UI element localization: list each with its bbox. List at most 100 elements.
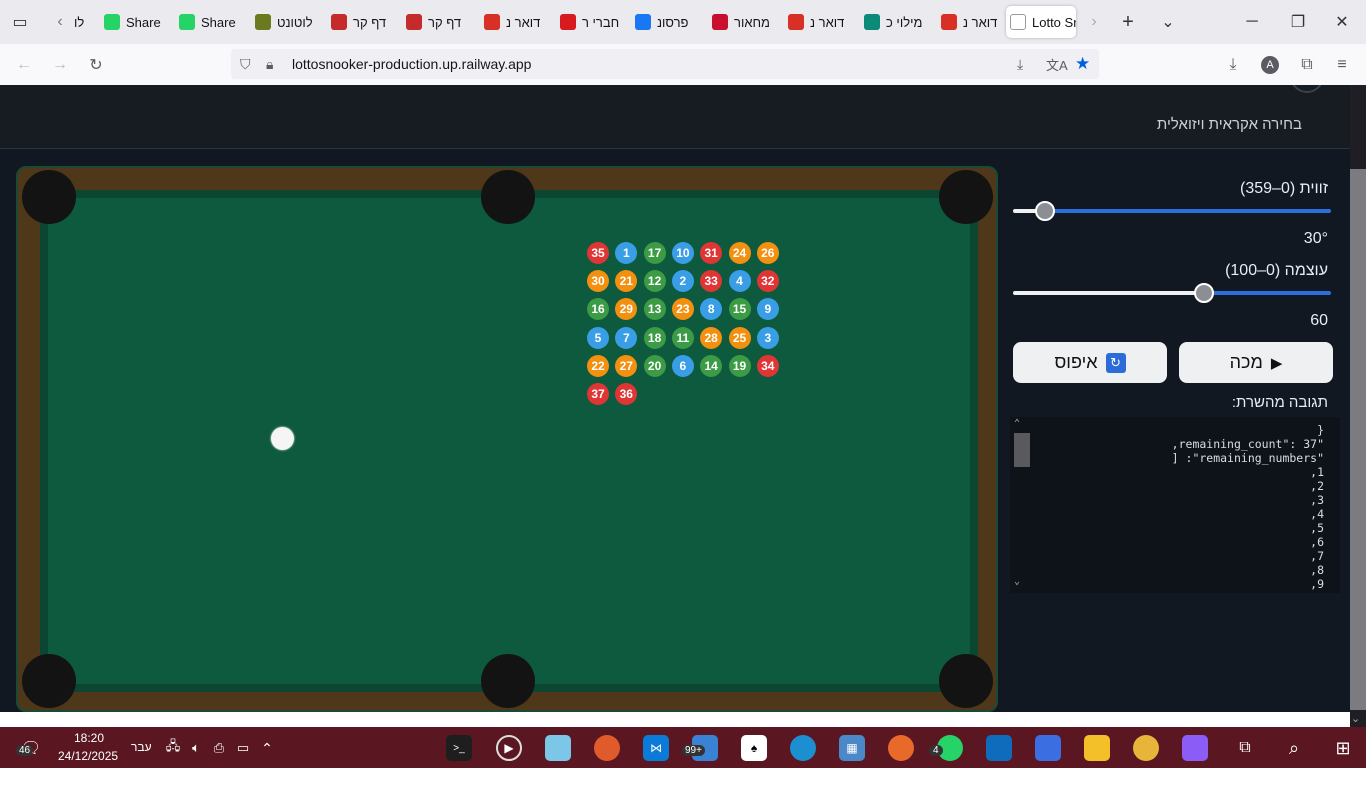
input-language[interactable]: עבר (131, 740, 152, 754)
notifications-icon[interactable]: 🗨︎ 46 (16, 735, 44, 761)
browser-tab[interactable]: דואר נ (784, 6, 854, 38)
response-scroll-thumb[interactable] (1014, 433, 1030, 467)
whatsapp-app-icon[interactable]: 4 (929, 735, 963, 761)
angle-slider[interactable] (1013, 201, 1331, 221)
notes-app-icon[interactable] (545, 735, 571, 761)
save-to-pocket-icon[interactable]: ⤓ (1017, 56, 1023, 73)
tab-label: לו (74, 14, 85, 30)
bookmark-star-icon[interactable]: ★ (1075, 54, 1090, 74)
response-label: תגובה מהשרת: (1231, 394, 1328, 411)
numbered-ball: 13 (643, 298, 666, 321)
store-app-icon[interactable] (1035, 735, 1061, 761)
scroll-down-icon[interactable]: ⌄ (1014, 575, 1020, 589)
shield-icon[interactable]: ⛉ (240, 56, 260, 73)
back-icon[interactable]: ← (13, 54, 35, 76)
numbered-ball: 26 (756, 242, 779, 264)
outlook-app-icon[interactable] (986, 735, 1012, 761)
translate-icon[interactable]: 文A (1046, 55, 1068, 74)
shoot-button[interactable]: ▶ מכה (1179, 342, 1333, 383)
browser-tab[interactable]: לוטונט (251, 6, 319, 38)
power-label: עוצמה (0–100) (1225, 262, 1328, 279)
chrome-app-icon[interactable] (1133, 735, 1159, 761)
extensions-icon[interactable]: ⧉ (1296, 54, 1318, 76)
start-menu-icon[interactable]: ⊞ (1330, 735, 1356, 761)
account-avatar[interactable]: A (1259, 54, 1281, 76)
task-view-icon[interactable]: ⧉ (1232, 735, 1258, 761)
numbered-ball: 7 (615, 326, 638, 349)
lock-icon[interactable]: 🔒︎ (266, 56, 286, 73)
angle-label: זווית (0–359) (1240, 180, 1328, 197)
show-hidden-icons-chevron-icon[interactable]: ⌃ (254, 735, 280, 761)
browser-tab[interactable]: דואר נ (480, 6, 550, 38)
copilot-app-icon[interactable] (1182, 735, 1208, 761)
browser-tab[interactable]: מחאור (708, 6, 778, 38)
browser-tab[interactable]: Lotto Sr✕ (1006, 6, 1076, 38)
page-scroll-thumb[interactable] (1350, 169, 1366, 710)
downloads-icon[interactable]: ⤓ (1222, 54, 1244, 76)
scroll-tabs-left-icon[interactable]: ‹ (48, 10, 72, 34)
url-text[interactable]: lottosnooker-production.up.railway.app (292, 56, 531, 72)
tab-overflow-chevron-icon[interactable]: ⌄ (1156, 10, 1180, 34)
snooker-table[interactable]: 35 1 17 10 31 24 26 30 21 12 2 33 4 32 16 29 13 23 8 15 9 5 7 1… (16, 166, 998, 712)
edge-app-icon[interactable] (790, 735, 816, 761)
numbered-ball: 12 (643, 270, 666, 293)
power-slider-handle[interactable] (1193, 283, 1214, 303)
reload-icon[interactable]: ↻ (85, 54, 107, 76)
tab-favicon-icon (484, 14, 500, 30)
page-subtitle: בחירה אקראית ויזואלית (1156, 116, 1302, 133)
browser-tab[interactable]: דף קר (327, 6, 395, 38)
battery-icon[interactable]: ▭ (230, 735, 256, 761)
numbered-ball: 28 (700, 326, 723, 349)
new-tab-icon[interactable]: + (1116, 10, 1140, 34)
browser-tab[interactable]: דף קר (402, 6, 472, 38)
notification-count: 46 (16, 745, 34, 756)
forward-icon[interactable]: → (49, 54, 71, 76)
response-scrollbar[interactable]: ⌃ ⌄ (1014, 417, 1030, 593)
scroll-up-icon[interactable]: ⌃ (1014, 417, 1020, 431)
numbered-ball: 10 (671, 242, 694, 264)
search-icon[interactable]: ⌕ (1281, 735, 1307, 761)
browser-tab[interactable]: דואר נ (937, 6, 999, 38)
firefox-app-icon[interactable] (888, 735, 914, 761)
solitaire-app-icon[interactable]: ♠ (741, 735, 767, 761)
pocket-bottom-right (939, 654, 993, 708)
browser-tab[interactable]: לו (70, 6, 90, 38)
cue-ball[interactable] (271, 427, 294, 450)
numbered-ball: 32 (756, 270, 779, 293)
numbered-ball: 19 (728, 354, 751, 377)
file-explorer-app-icon[interactable] (1084, 735, 1110, 761)
restore-icon[interactable]: ❐ (1286, 10, 1310, 34)
tab-favicon-icon (941, 14, 957, 30)
table-felt[interactable] (40, 190, 978, 692)
tab-favicon-icon (635, 14, 651, 30)
page-scroll-down-icon[interactable]: ⌄ (1351, 712, 1360, 725)
menu-icon[interactable]: ≡ (1331, 54, 1353, 76)
camera-icon[interactable]: ⎙ (206, 735, 232, 761)
chrome-profile-app-icon[interactable] (594, 735, 620, 761)
clock-date[interactable]: 24/12/2025 (58, 749, 118, 763)
terminal-app-icon[interactable]: >_ (446, 735, 472, 761)
power-slider[interactable] (1013, 283, 1331, 303)
minimize-icon[interactable]: ─ (1240, 10, 1264, 34)
scroll-tabs-right-icon[interactable]: › (1082, 10, 1106, 34)
browser-tab[interactable]: Share (100, 6, 166, 38)
mail-app-icon[interactable]: 99+ (682, 735, 718, 761)
close-window-icon[interactable]: ✕ (1330, 10, 1354, 34)
tab-label: דף קר (353, 14, 387, 30)
calculator-app-icon[interactable]: ▦ (839, 735, 865, 761)
browser-tab[interactable]: מילוי כ (860, 6, 930, 38)
browser-tab[interactable]: Share (175, 6, 245, 38)
tab-favicon-icon (179, 14, 195, 30)
url-bar[interactable]: ⛉ 🔒︎ lottosnooker-production.up.railway.… (231, 49, 1099, 79)
reset-button[interactable]: ↻ איפוס (1013, 342, 1167, 383)
server-response-box[interactable]: ⌃ ⌄ } ,remaining_count": 37" ] :"remaini… (1010, 417, 1340, 593)
clock-time[interactable]: 18:20 (74, 731, 104, 745)
tab-list-icon[interactable]: ▭ (8, 10, 32, 34)
browser-tab[interactable]: פרסונ (631, 6, 701, 38)
media-player-app-icon[interactable]: ▶ (496, 735, 522, 761)
browser-chrome: ▭ ‹ לו Share Share לוטונט דף קר דף קר דואר נ חב… (0, 0, 1366, 85)
header-circle-button[interactable] (1290, 85, 1324, 93)
angle-slider-handle[interactable] (1034, 201, 1055, 221)
vscode-app-icon[interactable]: ⋈ (643, 735, 669, 761)
browser-tab[interactable]: חברי ר (556, 6, 624, 38)
